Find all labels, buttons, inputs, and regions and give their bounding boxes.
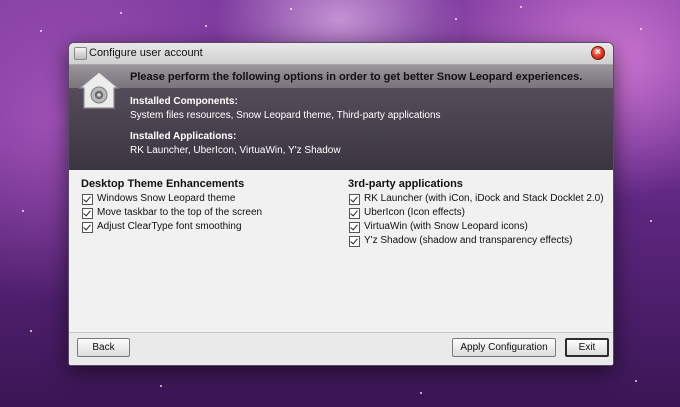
title-bar[interactable]: Configure user account ×: [69, 43, 613, 65]
checkbox[interactable]: [349, 194, 360, 205]
checkbox[interactable]: [82, 208, 93, 219]
configure-dialog: Configure user account × Please perform …: [68, 42, 614, 366]
window-title: Configure user account: [89, 47, 203, 59]
header-heading: Please perform the following options in …: [130, 71, 583, 83]
apply-configuration-button[interactable]: Apply Configuration: [452, 338, 556, 357]
checkbox[interactable]: [349, 236, 360, 247]
exit-button[interactable]: Exit: [565, 338, 609, 357]
option-label: Y'z Shadow (shadow and transparency effe…: [364, 235, 573, 246]
option-label: Adjust ClearType font smoothing: [97, 221, 242, 232]
option-label: UberIcon (Icon effects): [364, 207, 465, 218]
back-button[interactable]: Back: [77, 338, 130, 357]
option-label: VirtuaWin (with Snow Leopard icons): [364, 221, 528, 232]
apps-group-title: 3rd-party applications: [348, 178, 463, 190]
option-label: RK Launcher (with iCon, iDock and Stack …: [364, 193, 604, 204]
checkbox[interactable]: [349, 208, 360, 219]
button-bar: Back Apply Configuration Exit: [69, 332, 613, 365]
installed-applications-value: RK Launcher, UberIcon, VirtuaWin, Y'z Sh…: [130, 145, 341, 156]
installed-applications-label: Installed Applications:: [130, 131, 237, 142]
checkbox[interactable]: [82, 194, 93, 205]
house-lock-icon: [78, 71, 120, 109]
installed-components-value: System files resources, Snow Leopard the…: [130, 110, 441, 121]
checkbox[interactable]: [349, 222, 360, 233]
option-label: Move taskbar to the top of the screen: [97, 207, 263, 218]
desktop-group-title: Desktop Theme Enhancements: [81, 178, 245, 190]
close-icon: ×: [595, 47, 601, 58]
close-button[interactable]: ×: [591, 46, 605, 60]
info-header: Please perform the following options in …: [69, 65, 613, 170]
option-label: Windows Snow Leopard theme: [97, 193, 236, 204]
options-area: Desktop Theme Enhancements Windows Snow …: [69, 170, 613, 333]
checkbox[interactable]: [82, 222, 93, 233]
installed-components-label: Installed Components:: [130, 96, 238, 107]
app-window-icon: [74, 47, 87, 60]
